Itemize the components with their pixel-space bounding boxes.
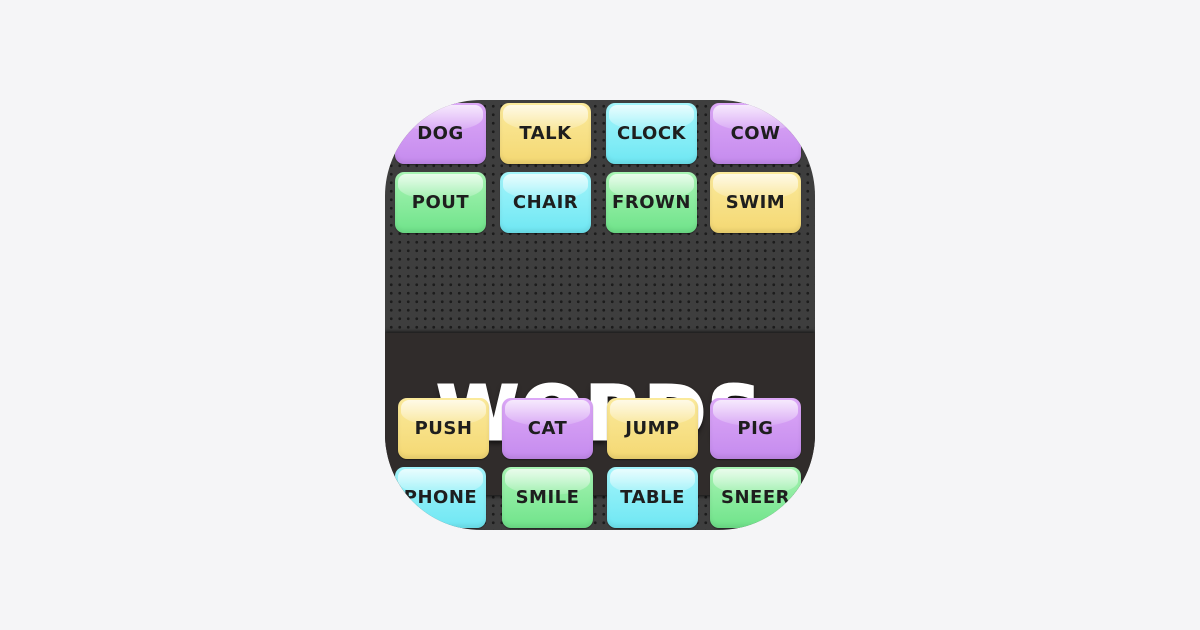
tile-label: CHAIR [512,192,579,213]
word-tile-jump: JUMP [607,398,698,459]
word-tile-frown: FROWN [606,172,697,233]
word-tile-chair: CHAIR [500,172,591,233]
tile-label: DOG [417,123,464,144]
tile-label: CAT [527,418,568,439]
word-tile-cow: COW [710,103,801,164]
app-icon: DOG TALK CLOCK COW POUT CHAIR FROWN SWIM… [385,100,815,530]
tile-label: SWIM [725,192,786,213]
tile-label: CLOCK [617,123,686,144]
tile-label: TABLE [620,487,685,508]
word-tile-talk: TALK [500,103,591,164]
word-tile-table: TABLE [607,467,698,528]
word-tile-cat: CAT [502,398,593,459]
word-tile-pig: PIG [710,398,801,459]
tile-label: TALK [519,123,572,144]
tile-label: FROWN [612,192,691,213]
tile-label: SMILE [515,487,580,508]
word-tile-dog: DOG [395,103,486,164]
tile-label: PIG [737,418,774,439]
word-tile-phone: PHONE [395,467,486,528]
tile-label: POUT [411,192,470,213]
tile-label: PHONE [403,487,478,508]
tile-label: COW [730,123,781,144]
tile-label: SNEER [721,487,790,508]
tile-label: PUSH [414,418,473,439]
word-tile-clock: CLOCK [606,103,697,164]
word-tile-pout: POUT [395,172,486,233]
tile-label: JUMP [625,418,680,439]
word-tile-sneer: SNEER [710,467,801,528]
word-tile-swim: SWIM [710,172,801,233]
word-tile-smile: SMILE [502,467,593,528]
word-tile-push: PUSH [398,398,489,459]
